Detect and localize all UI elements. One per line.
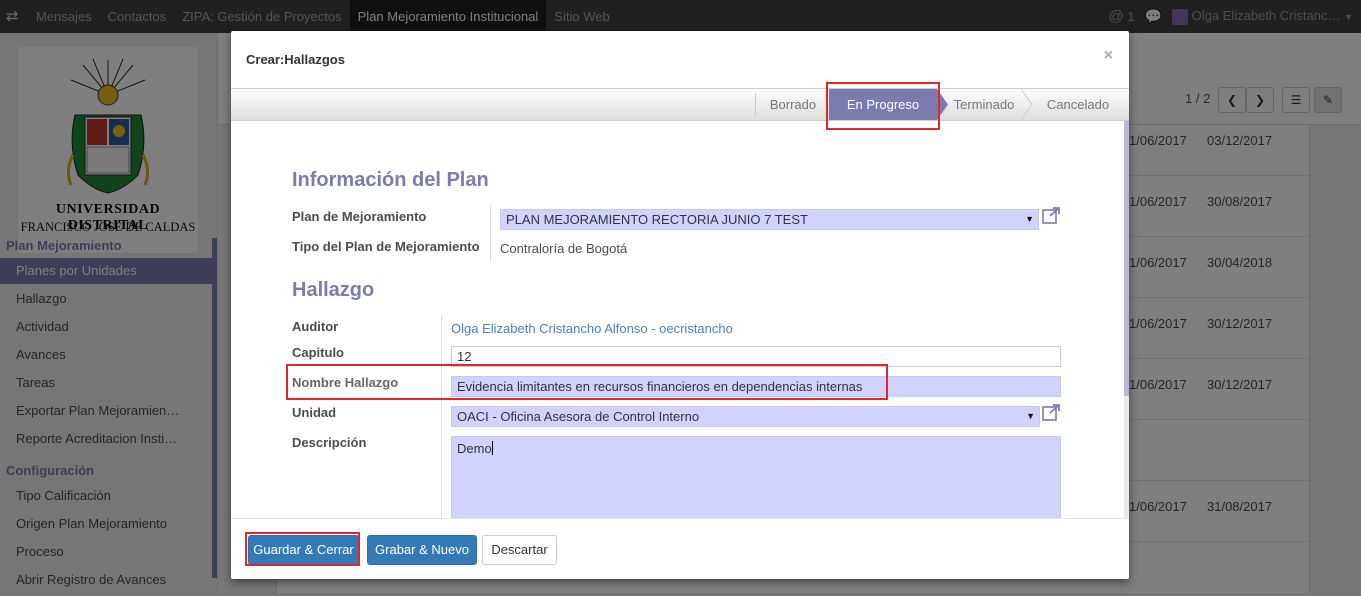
label-unidad: Unidad	[292, 405, 337, 420]
save-close-button[interactable]: Guardar & Cerrar	[248, 535, 359, 565]
unidad-value: OACI - Oficina Asesora de Control Intern…	[457, 409, 700, 424]
create-hallazgo-dialog: Crear:Hallazgos × Borrado En Progreso Te…	[231, 31, 1129, 579]
dialog-footer: Guardar & Cerrar Grabar & Nuevo Descarta…	[231, 518, 1129, 579]
discard-button[interactable]: Descartar	[482, 535, 557, 565]
plan-mejoramiento-value: PLAN MEJORAMIENTO RECTORIA JUNIO 7 TEST	[506, 212, 808, 227]
section-informacion-plan: Información del Plan	[292, 169, 489, 191]
close-icon[interactable]: ×	[1104, 47, 1113, 65]
text-cursor	[491, 441, 493, 455]
plan-mejoramiento-select[interactable]: PLAN MEJORAMIENTO RECTORIA JUNIO 7 TEST …	[500, 209, 1039, 230]
unidad-select[interactable]: OACI - Oficina Asesora de Control Intern…	[451, 406, 1040, 427]
stage-en-progreso[interactable]: En Progreso	[829, 89, 937, 120]
save-new-button[interactable]: Grabar & Nuevo	[367, 535, 477, 565]
stage-borrado[interactable]: Borrado	[759, 89, 827, 120]
status-bar: Borrado En Progreso Terminado Cancelado	[231, 88, 1129, 121]
caret-down-icon: ▼	[1026, 411, 1035, 421]
dialog-scrollbar[interactable]	[1124, 121, 1129, 518]
label-descripcion: Descripción	[292, 435, 367, 450]
external-link-icon[interactable]	[1042, 404, 1061, 421]
descripcion-value: Demo	[457, 441, 492, 456]
label-capitulo: Capitulo	[292, 345, 344, 360]
external-link-icon[interactable]	[1042, 207, 1061, 224]
field-divider	[441, 316, 442, 518]
stage-terminado[interactable]: Terminado	[949, 89, 1019, 120]
form-sheet: Información del Plan Plan de Mejoramient…	[231, 121, 1124, 518]
section-hallazgo: Hallazgo	[292, 279, 375, 301]
descripcion-textarea[interactable]: Demo	[451, 436, 1061, 518]
capitulo-input[interactable]: 12	[451, 346, 1061, 367]
dialog-title: Crear:Hallazgos	[246, 52, 345, 67]
tipo-plan-value: Contraloría de Bogotá	[500, 241, 628, 256]
label-tipo-plan: Tipo del Plan de Mejoramiento	[292, 239, 480, 254]
label-nombre-hallazgo: Nombre Hallazgo	[292, 375, 399, 390]
stage-cancelado[interactable]: Cancelado	[1037, 89, 1119, 120]
auditor-link[interactable]: Olga Elizabeth Cristancho Alfonso - oecr…	[451, 321, 733, 336]
caret-down-icon: ▼	[1025, 214, 1034, 224]
nombre-hallazgo-input[interactable]: Evidencia limitantes en recursos financi…	[451, 376, 1061, 397]
label-plan-mejoramiento: Plan de Mejoramiento	[292, 209, 427, 224]
stage-arrow-icon	[1021, 89, 1033, 120]
scrollbar-thumb[interactable]	[1124, 121, 1129, 396]
stage-divider	[755, 93, 756, 116]
label-auditor: Auditor	[292, 319, 339, 334]
field-divider	[490, 206, 491, 262]
stage-arrow-icon	[937, 89, 948, 120]
